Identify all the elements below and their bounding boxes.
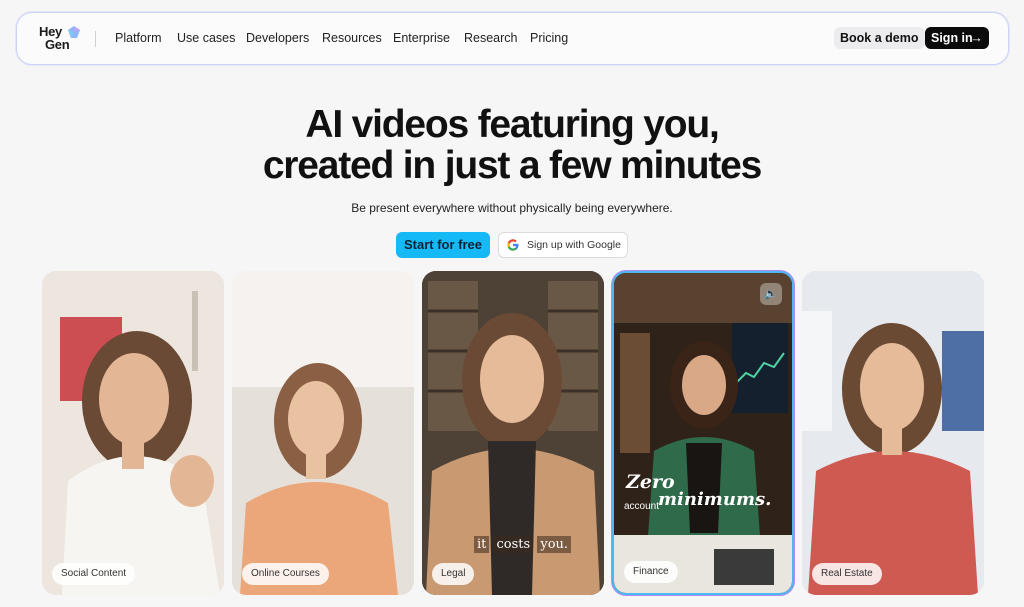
finance-caption-minimums: minimums.: [658, 489, 772, 510]
card-label: Finance: [624, 561, 678, 583]
video-card-real-estate[interactable]: Real Estate: [802, 271, 984, 595]
sign-in-button[interactable]: Sign in →: [925, 27, 989, 49]
video-card-legal[interactable]: it costs you. Legal: [422, 271, 604, 595]
nav-item-use-cases[interactable]: Use cases: [177, 31, 246, 45]
real-estate-video: [802, 271, 984, 595]
start-for-free-button[interactable]: Start for free: [396, 232, 490, 258]
online-courses-video: [232, 271, 414, 595]
arrow-right-icon: →: [970, 30, 983, 45]
google-signup-label: Sign up with Google: [527, 239, 621, 251]
nav-item-pricing[interactable]: Pricing: [530, 31, 568, 45]
card-label: Social Content: [52, 563, 136, 585]
nav-menu: Platform Use cases Developers Resources …: [115, 31, 568, 45]
video-card-social-content[interactable]: Social Content: [42, 271, 224, 595]
hero-subtitle: Be present everywhere without physically…: [351, 201, 673, 215]
nav-item-platform[interactable]: Platform: [115, 31, 177, 45]
social-content-video: [42, 271, 224, 595]
finance-video: [614, 273, 792, 593]
nav-item-resources[interactable]: Resources: [322, 31, 393, 45]
nav-item-developers[interactable]: Developers: [246, 31, 322, 45]
nav-divider: [95, 31, 96, 47]
legal-caption: it costs you.: [474, 536, 572, 553]
sign-in-label: Sign in: [931, 31, 973, 45]
finance-caption-account: account: [624, 501, 660, 512]
card-label: Real Estate: [812, 563, 882, 585]
video-card-online-courses[interactable]: Online Courses: [232, 271, 414, 595]
video-card-finance[interactable]: 🔈 Zero account minimums. Finance: [612, 271, 794, 595]
heygen-logo[interactable]: Hey Gen: [39, 25, 81, 53]
card-label: Legal: [432, 563, 475, 585]
hero-title-line2: created in just a few minutes: [262, 144, 763, 187]
google-icon: [507, 239, 519, 251]
nav-item-enterprise[interactable]: Enterprise: [393, 31, 464, 45]
nav-item-research[interactable]: Research: [464, 31, 530, 45]
logo-gem-icon: [68, 26, 80, 38]
mute-icon[interactable]: 🔈: [760, 283, 782, 305]
top-navbar: Hey Gen Platform Use cases Developers Re…: [16, 12, 1009, 65]
google-signup-button[interactable]: Sign up with Google: [498, 232, 628, 258]
card-label: Online Courses: [242, 563, 329, 585]
hero-title-line1: AI videos featuring you,: [305, 103, 719, 146]
book-demo-button[interactable]: Book a demo: [834, 27, 925, 49]
